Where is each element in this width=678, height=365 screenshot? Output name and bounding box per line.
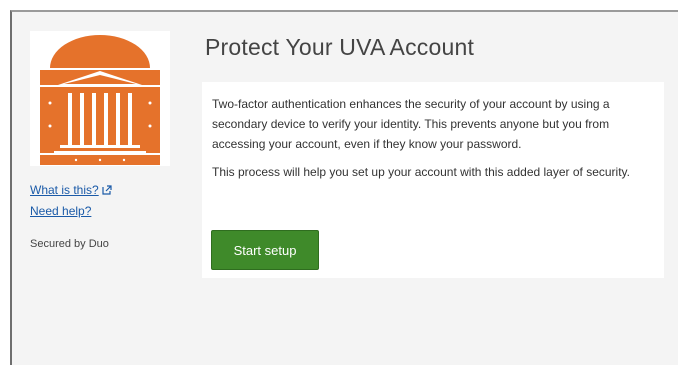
description-paragraph: Two-factor authentication enhances the s…: [212, 97, 610, 151]
duo-frame: What is this? Need help? Secured by Duo …: [10, 10, 678, 365]
sidebar-links: What is this? Need help?: [30, 180, 112, 221]
uva-rotunda-logo: [30, 31, 170, 166]
external-link-icon: [102, 181, 112, 201]
process-paragraph: This process will help you set up your a…: [212, 165, 630, 179]
need-help-link[interactable]: Need help?: [30, 204, 91, 218]
start-setup-button[interactable]: Start setup: [211, 230, 319, 270]
setup-panel: Two-factor authentication enhances the s…: [202, 82, 664, 278]
secured-by-duo: Secured by Duo: [30, 238, 109, 250]
page-title: Protect Your UVA Account: [205, 34, 475, 60]
what-is-this-link[interactable]: What is this?: [30, 183, 99, 197]
